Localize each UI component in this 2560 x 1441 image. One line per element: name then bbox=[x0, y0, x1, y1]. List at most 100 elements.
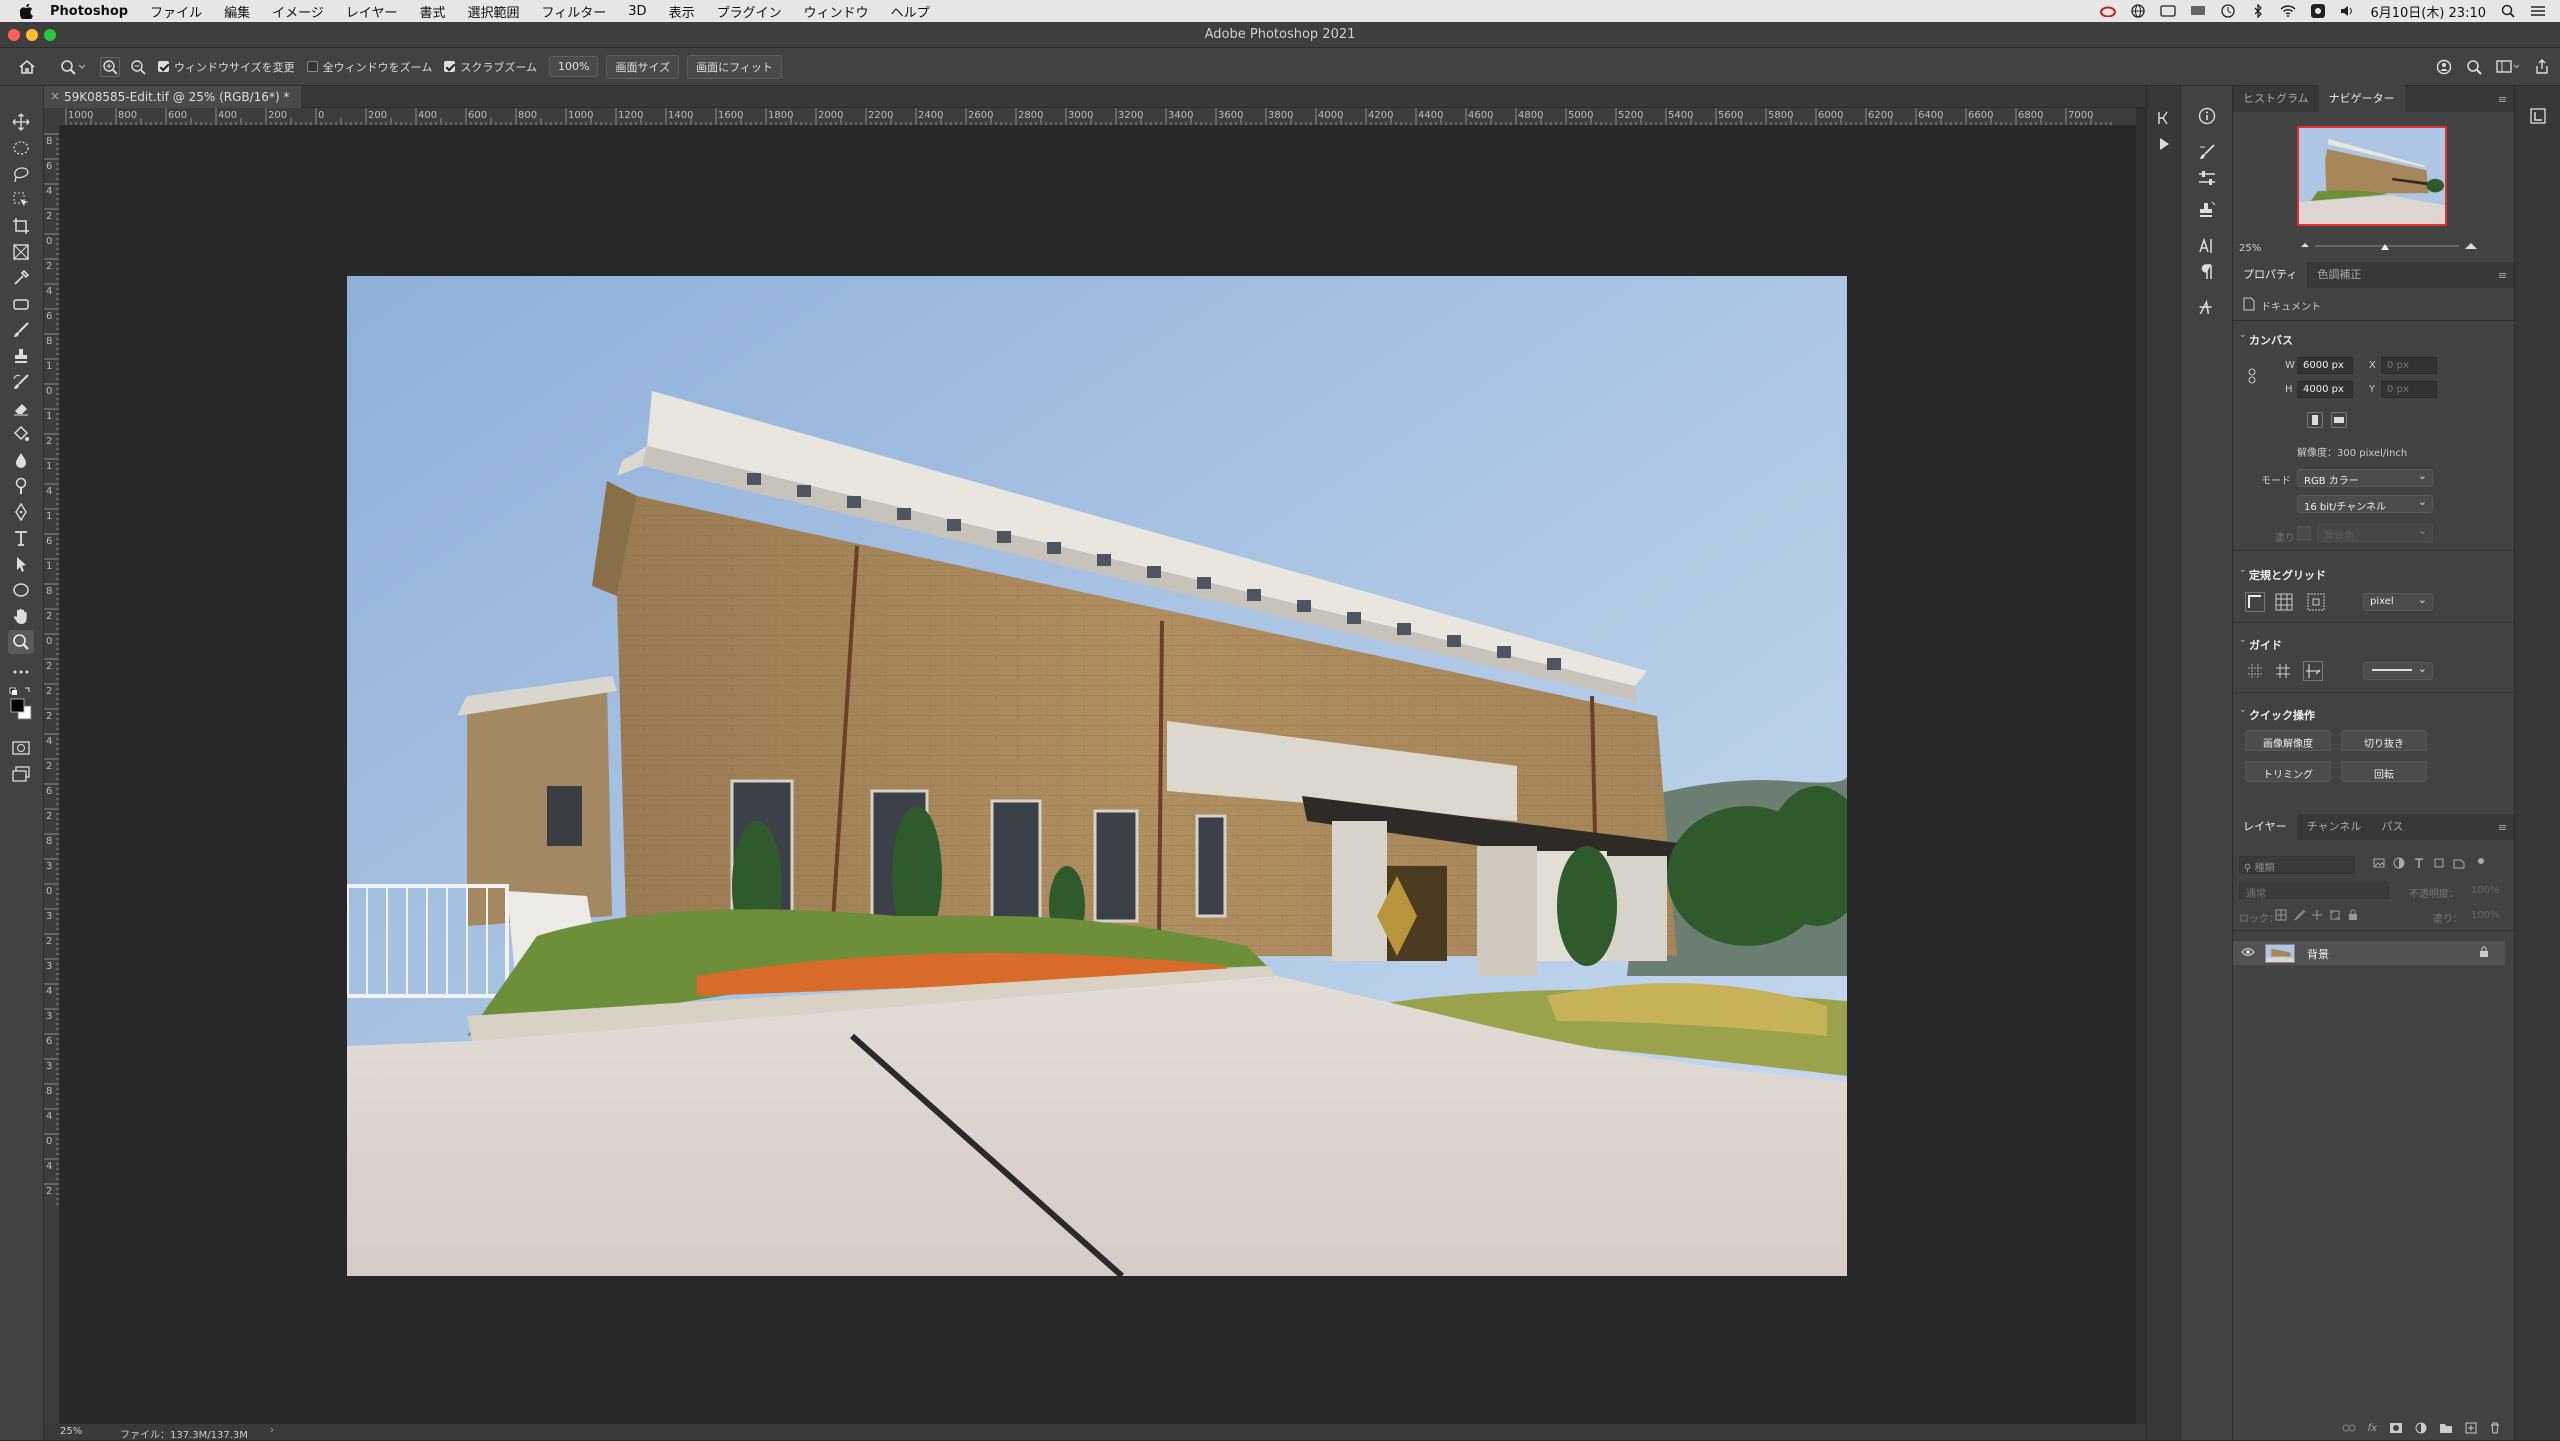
menu-app-name[interactable]: Photoshop bbox=[44, 4, 139, 19]
screen-mirror-icon[interactable] bbox=[2160, 4, 2177, 18]
trim-button[interactable]: トリミング bbox=[2245, 761, 2331, 782]
resize-windows-checkbox[interactable]: ウィンドウサイズを変更 bbox=[158, 59, 295, 75]
navigator-zoom-value[interactable]: 25% bbox=[2239, 243, 2261, 254]
menu-window[interactable]: ウィンドウ bbox=[793, 2, 880, 21]
scrubby-zoom-checkbox[interactable]: スクラブズーム bbox=[444, 59, 537, 75]
ruler-unit-dropdown[interactable]: pixel bbox=[2363, 593, 2433, 611]
menu-select[interactable]: 選択範囲 bbox=[457, 2, 531, 21]
spotlight-search-icon[interactable] bbox=[2500, 4, 2516, 18]
crop-tool-icon[interactable] bbox=[8, 214, 34, 238]
glyphs-panel-icon[interactable] bbox=[2193, 296, 2221, 320]
menu-image[interactable]: イメージ bbox=[261, 2, 335, 21]
rulers-grid-section-header[interactable]: 定規とグリッド bbox=[2249, 567, 2326, 583]
tab-channels[interactable]: チャンネル bbox=[2297, 818, 2372, 840]
zoom-out-icon[interactable] bbox=[130, 59, 146, 75]
tab-layers[interactable]: レイヤー bbox=[2233, 812, 2297, 840]
status-zoom[interactable]: 25% bbox=[60, 1426, 82, 1437]
panel-menu-icon[interactable]: ≡ bbox=[2490, 269, 2515, 288]
bluetooth-icon[interactable] bbox=[2250, 4, 2266, 18]
chevron-down-icon[interactable]: ⌄ bbox=[2239, 330, 2247, 340]
filter-shape-icon[interactable] bbox=[2433, 857, 2445, 869]
menu-3d[interactable]: 3D bbox=[617, 4, 657, 19]
screen-size-button[interactable]: 画面サイズ bbox=[606, 54, 680, 79]
zoom-tool-preset-icon[interactable] bbox=[60, 59, 86, 75]
grid-toggle-icon[interactable] bbox=[2275, 593, 2293, 611]
share-learn-icon[interactable] bbox=[2436, 59, 2452, 75]
add-mask-icon[interactable] bbox=[2389, 1422, 2403, 1434]
portrait-orientation-icon[interactable] bbox=[2307, 412, 2323, 428]
eraser-tool-icon[interactable] bbox=[8, 396, 34, 420]
quick-actions-section-header[interactable]: クイック操作 bbox=[2249, 707, 2315, 723]
lock-transparent-icon[interactable] bbox=[2275, 909, 2287, 921]
clone-source-icon[interactable] bbox=[2193, 198, 2221, 222]
history-brush-tool-icon[interactable] bbox=[8, 370, 34, 394]
lock-artboard-icon[interactable] bbox=[2329, 909, 2341, 921]
paragraph-panel-icon[interactable] bbox=[2193, 260, 2221, 284]
zoom-tool-icon[interactable] bbox=[8, 630, 34, 654]
guides-section-header[interactable]: ガイド bbox=[2249, 637, 2282, 653]
volume-icon[interactable] bbox=[2340, 4, 2356, 18]
workspace-switcher-icon[interactable] bbox=[2496, 59, 2520, 75]
crop-button[interactable]: 切り抜き bbox=[2341, 730, 2427, 751]
vertical-scrollbar[interactable] bbox=[2136, 108, 2146, 1424]
night-shift-icon[interactable] bbox=[2310, 4, 2326, 18]
brush-tool-icon[interactable] bbox=[8, 318, 34, 342]
navigator-zoom-slider[interactable] bbox=[2299, 241, 2483, 251]
dodge-tool-icon[interactable] bbox=[8, 474, 34, 498]
layer-filter-field[interactable]: ⚲ 種類 bbox=[2239, 856, 2355, 874]
close-tab-icon[interactable]: × bbox=[50, 89, 60, 103]
zoom-100-button[interactable]: 100% bbox=[549, 56, 599, 77]
marquee-tool-icon[interactable] bbox=[8, 136, 34, 160]
chevron-down-icon[interactable]: ⌄ bbox=[2239, 635, 2247, 645]
filter-adjustment-icon[interactable] bbox=[2393, 857, 2405, 869]
ellipse-tool-icon[interactable] bbox=[8, 578, 34, 602]
canvas-section-header[interactable]: カンバス bbox=[2249, 332, 2293, 348]
character-panel-icon[interactable] bbox=[2193, 234, 2221, 258]
landscape-orientation-icon[interactable] bbox=[2331, 412, 2347, 428]
time-machine-icon[interactable] bbox=[2220, 4, 2236, 18]
frame-tool-icon[interactable] bbox=[8, 240, 34, 264]
guide-style-dropdown[interactable] bbox=[2363, 662, 2433, 680]
globe-icon[interactable] bbox=[2130, 4, 2146, 18]
clone-stamp-tool-icon[interactable] bbox=[8, 344, 34, 368]
ruler-toggle-icon[interactable] bbox=[2245, 592, 2265, 612]
new-group-icon[interactable] bbox=[2439, 1422, 2453, 1434]
frame-rect-tool-icon[interactable] bbox=[8, 292, 34, 316]
lock-paint-icon[interactable] bbox=[2293, 909, 2305, 921]
menubar-clock[interactable]: 6月10日(木) 23:10 bbox=[2370, 2, 2486, 21]
bit-depth-dropdown[interactable]: 16 bit/チャンネル bbox=[2297, 495, 2433, 513]
pen-tool-icon[interactable] bbox=[8, 500, 34, 524]
apple-icon[interactable] bbox=[0, 3, 44, 19]
menu-edit[interactable]: 編集 bbox=[213, 2, 261, 21]
tab-adjustments[interactable]: 色調補正 bbox=[2307, 266, 2371, 288]
document-tab[interactable]: × 59K08585-Edit.tif @ 25% (RGB/16*) * bbox=[44, 86, 302, 108]
tab-properties[interactable]: プロパティ bbox=[2233, 260, 2308, 288]
adjust-sliders-icon[interactable] bbox=[2193, 166, 2221, 190]
eyedropper-tool-icon[interactable] bbox=[8, 266, 34, 290]
link-icon[interactable] bbox=[2247, 368, 2257, 384]
display-icon[interactable] bbox=[2190, 4, 2206, 18]
new-layer-icon[interactable] bbox=[2465, 1422, 2477, 1434]
guide-lock-icon[interactable] bbox=[2275, 663, 2291, 679]
share-icon[interactable] bbox=[2534, 58, 2550, 75]
libraries-icon[interactable] bbox=[2524, 104, 2552, 128]
lock-move-icon[interactable] bbox=[2311, 909, 2323, 921]
zoom-all-windows-checkbox[interactable]: 全ウィンドウをズーム bbox=[306, 59, 432, 75]
tab-histogram[interactable]: ヒストグラム bbox=[2233, 90, 2319, 112]
filter-toggle-icon[interactable] bbox=[2473, 857, 2485, 869]
tab-paths[interactable]: パス bbox=[2371, 818, 2413, 840]
link-layers-icon[interactable] bbox=[2342, 1423, 2356, 1433]
home-icon[interactable] bbox=[18, 59, 36, 75]
menu-layer[interactable]: レイヤー bbox=[335, 2, 409, 21]
layer-row-background[interactable]: 背景 bbox=[2233, 941, 2505, 965]
paint-bucket-tool-icon[interactable] bbox=[8, 422, 34, 446]
control-center-icon[interactable] bbox=[2530, 4, 2546, 18]
color-mode-dropdown[interactable]: RGB カラー bbox=[2297, 469, 2433, 487]
document-image[interactable] bbox=[347, 276, 1847, 1276]
color-swatches-icon[interactable] bbox=[8, 686, 34, 722]
canvas-y-field[interactable]: 0 px bbox=[2381, 381, 2437, 398]
navigator-thumbnail[interactable] bbox=[2297, 126, 2447, 226]
pixel-grid-icon[interactable] bbox=[2307, 593, 2325, 611]
zoom-in-icon[interactable] bbox=[100, 56, 120, 77]
panel-menu-icon[interactable]: ≡ bbox=[2490, 93, 2515, 112]
